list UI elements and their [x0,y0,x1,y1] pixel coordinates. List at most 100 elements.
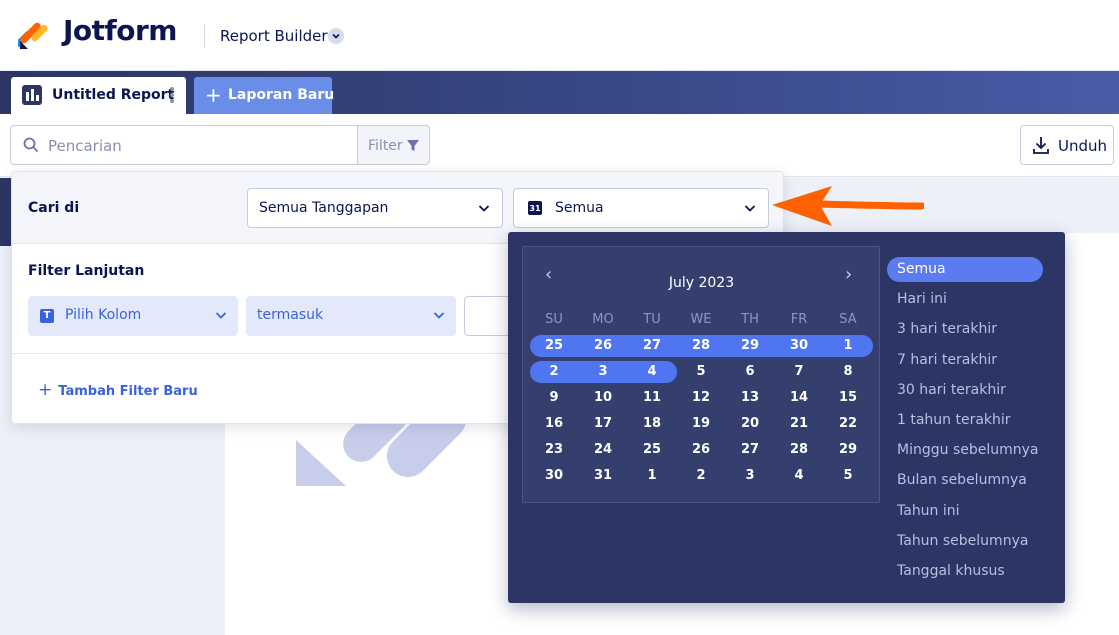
tab-label: Untitled Report [52,87,175,103]
search-in-label: Cari di [28,200,80,216]
calendar-day[interactable]: 25 [632,442,672,457]
download-button[interactable]: Unduh [1020,125,1114,165]
header-divider [204,24,205,48]
calendar-day[interactable]: 17 [583,416,623,431]
weekday-label: MO [592,312,614,327]
calendar-day[interactable]: 28 [681,338,721,353]
add-filter-button[interactable]: + Tambah Filter Baru [38,380,198,400]
add-filter-label: Tambah Filter Baru [58,384,198,399]
calendar-day[interactable]: 8 [828,364,868,379]
calendar-day[interactable]: 1 [632,468,672,483]
quick-range-item[interactable]: 3 hari terakhir [887,317,1043,342]
toolbar: Pencarian Filter Unduh [0,114,1119,177]
quick-range-label: Tahun sebelumnya [897,532,1029,549]
quick-range-item[interactable]: 1 tahun terakhir [887,408,1043,433]
calendar-day[interactable]: 16 [534,416,574,431]
quick-range-label: Bulan sebelumnya [897,472,1027,489]
brand-name[interactable]: Jotform [63,14,177,47]
date-range-dropdown: ‹ › July 2023 SU MO TU WE TH FR SA 25 26 27 28 29 30… [508,232,1065,603]
chevron-down-icon [744,205,756,212]
calendar-day[interactable]: 15 [828,390,868,405]
report-chart-icon [22,85,42,105]
advanced-filter-label: Filter Lanjutan [28,263,145,279]
filter-button[interactable]: Filter [357,125,430,165]
calendar-day[interactable]: 31 [583,468,623,483]
weekday-label: TH [741,312,759,327]
quick-range-item[interactable]: Tahun ini [887,499,1043,524]
calendar-day[interactable]: 20 [730,416,770,431]
search-placeholder: Pencarian [48,137,122,155]
calendar-day[interactable]: 29 [828,442,868,457]
quick-range-item[interactable]: 7 hari terakhir [887,348,1043,373]
quick-range-item[interactable]: Tanggal khusus [887,559,1043,584]
quick-range-item[interactable]: Bulan sebelumnya [887,468,1043,493]
calendar-day[interactable]: 6 [730,364,770,379]
product-title[interactable]: Report Builder [220,27,328,45]
calendar-day[interactable]: 9 [534,390,574,405]
date-range-select-value: Semua [555,200,604,216]
quick-range-label: 7 hari terakhir [897,351,997,368]
calendar-day[interactable]: 11 [632,390,672,405]
search-input[interactable]: Pencarian [10,125,358,165]
calendar-day[interactable]: 1 [828,338,868,353]
calendar-day[interactable]: 28 [779,442,819,457]
quick-range-item[interactable]: Minggu sebelumnya [887,438,1043,463]
product-menu-chevron-icon[interactable] [328,28,344,44]
chevron-down-icon [215,312,227,319]
new-report-button[interactable]: + Laporan Baru [194,77,335,114]
column-select[interactable]: T Pilih Kolom [28,296,238,336]
new-report-label: Laporan Baru [228,87,335,103]
calendar-day[interactable]: 29 [730,338,770,353]
calendar-day[interactable]: 30 [534,468,574,483]
quick-range-item[interactable]: Semua [887,257,1043,282]
weekday-label: SA [839,312,857,327]
calendar-day[interactable]: 14 [779,390,819,405]
calendar-day[interactable]: 30 [779,338,819,353]
quick-range-label: Tahun ini [897,502,960,519]
calendar-day[interactable]: 27 [730,442,770,457]
sidebar-accent [0,178,11,246]
chevron-down-icon [433,312,445,319]
download-label: Unduh [1058,137,1108,155]
tab-more-icon[interactable] [169,86,175,104]
column-select-value: Pilih Kolom [65,307,142,323]
calendar-day[interactable]: 7 [779,364,819,379]
calendar-day[interactable]: 19 [681,416,721,431]
calendar-day[interactable]: 5 [681,364,721,379]
quick-range-item[interactable]: Hari ini [887,287,1043,312]
calendar-day[interactable]: 12 [681,390,721,405]
quick-range-item[interactable]: Tahun sebelumnya [887,529,1043,554]
calendar-day[interactable]: 26 [681,442,721,457]
search-icon [23,137,39,153]
top-header: Jotform Report Builder [0,0,1119,71]
calendar-day[interactable]: 27 [632,338,672,353]
calendar-day[interactable]: 2 [534,364,574,379]
weekday-label: WE [690,312,712,327]
calendar-day[interactable]: 4 [779,468,819,483]
calendar-day[interactable]: 5 [828,468,868,483]
calendar-day[interactable]: 3 [730,468,770,483]
calendar-day[interactable]: 21 [779,416,819,431]
download-icon [1033,137,1049,154]
operator-select[interactable]: termasuk [246,296,456,336]
calendar-day[interactable]: 18 [632,416,672,431]
text-field-icon: T [40,309,54,323]
calendar-day[interactable]: 23 [534,442,574,457]
weekday-label: SU [545,312,563,327]
tab-untitled-report[interactable]: Untitled Report [11,77,186,114]
calendar-day[interactable]: 22 [828,416,868,431]
calendar-day[interactable]: 24 [583,442,623,457]
calendar-day[interactable]: 2 [681,468,721,483]
calendar-day[interactable]: 25 [534,338,574,353]
calendar-day[interactable]: 26 [583,338,623,353]
calendar-day[interactable]: 10 [583,390,623,405]
calendar-day[interactable]: 4 [632,364,672,379]
calendar-day[interactable]: 13 [730,390,770,405]
plus-icon: + [205,83,222,107]
calendar-day[interactable]: 3 [583,364,623,379]
date-range-select[interactable]: 31 Semua [513,188,769,228]
jotform-logo-icon[interactable] [18,17,50,49]
chevron-down-icon [478,205,490,212]
responses-select[interactable]: Semua Tanggapan [247,188,503,228]
quick-range-item[interactable]: 30 hari terakhir [887,378,1043,403]
